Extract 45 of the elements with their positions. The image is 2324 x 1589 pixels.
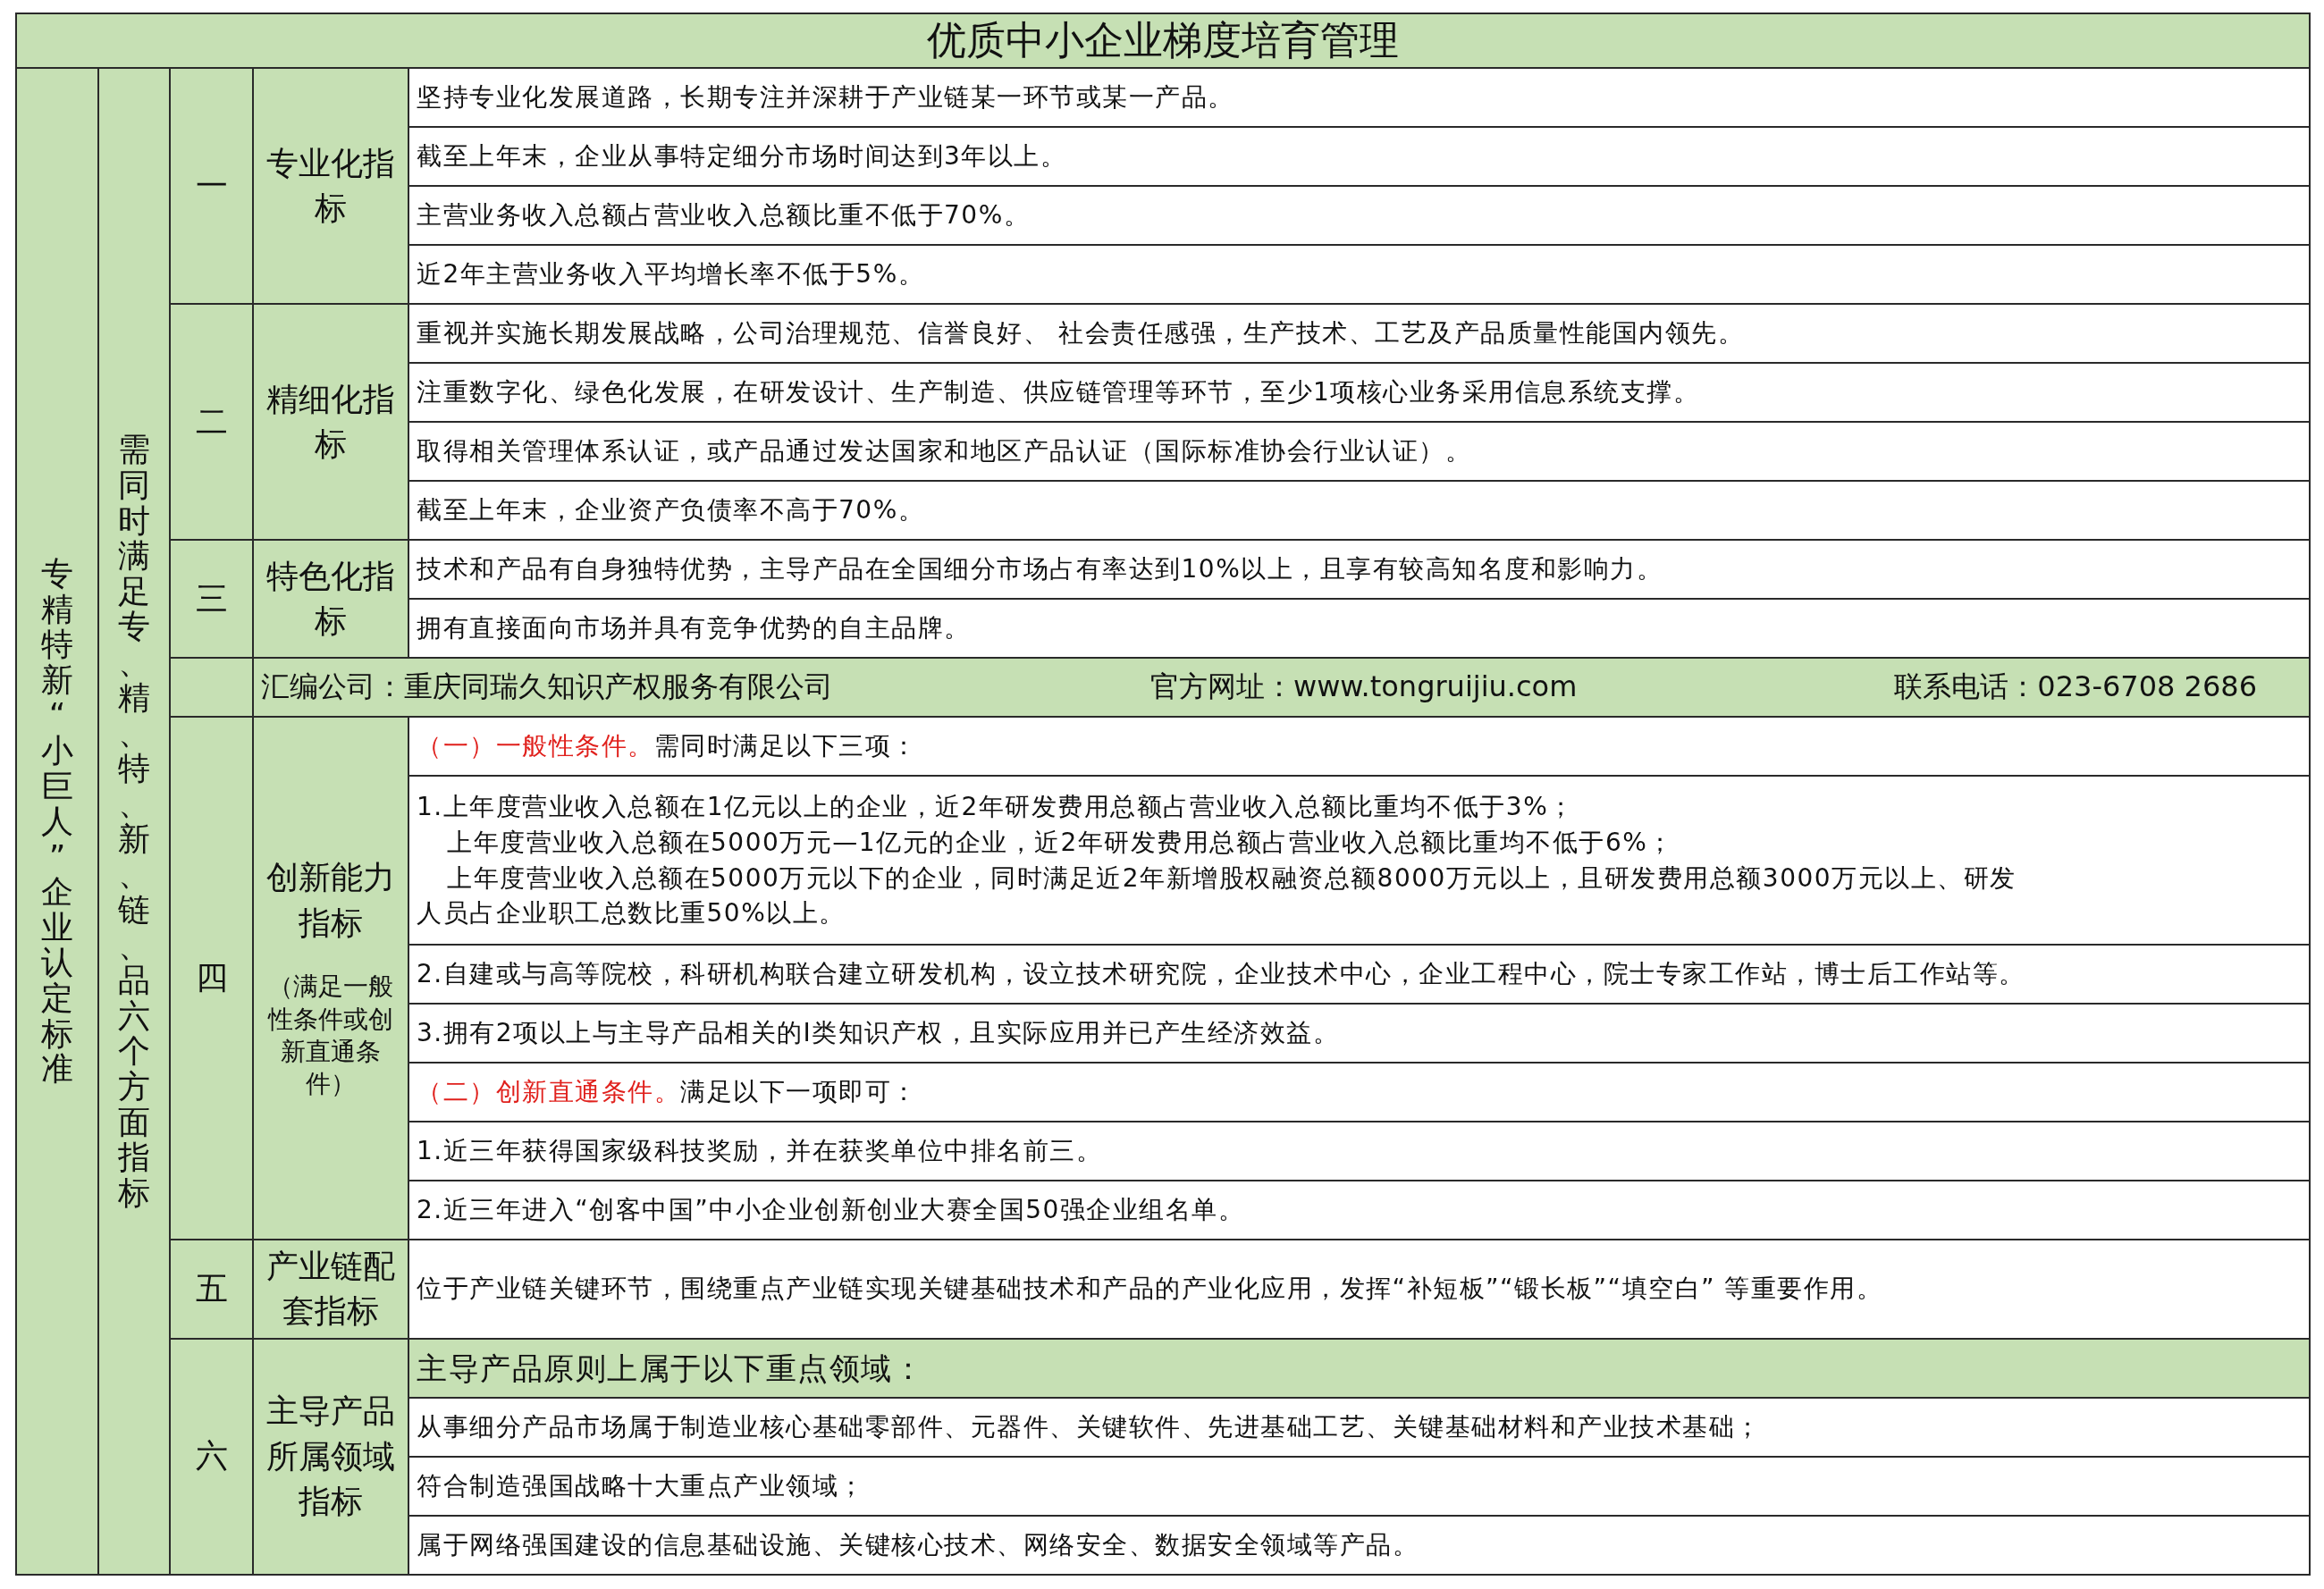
scope-label: 需同时满足专、精、特、新、链、品六个方面指标 xyxy=(118,432,150,1211)
table-cell: 属于网络强国建设的信息基础设施、关键核心技术、网络安全、数据安全领域等产品。 xyxy=(408,1515,2310,1575)
section-name: 创新能力指标 xyxy=(265,858,396,943)
table-cell: 1.近三年获得国家级科技奖励，并在获奖单位中排名前三。 xyxy=(408,1122,2310,1181)
table-cell: 重视并实施长期发展战略，公司治理规范、信誉良好、 社会责任感强，生产技术、工艺及产品质量性能国内领先。 xyxy=(408,304,2310,363)
section-name: 主导产品所属领域指标 xyxy=(265,1391,396,1521)
section-number: 一 xyxy=(170,68,253,304)
table-cell: 截至上年末，企业资产负债率不高于70%。 xyxy=(408,481,2310,540)
table-cell: 3.拥有2项以上与主导产品相关的Ⅰ类知识产权，且实际应用并已产生经济效益。 xyxy=(408,1004,2310,1063)
table-cell: 位于产业链关键环节，围绕重点产业链实现关键基础技术和产品的产业化应用，发挥“补短板”“锻长板”“填空白” 等重要作用。 xyxy=(408,1240,2310,1339)
section-name: 产业链配套指标 xyxy=(265,1247,396,1332)
table-cell: 注重数字化、绿色化发展，在研发设计、生产制造、供应链管理等环节，至少1项核心业务采用信息系统支撑。 xyxy=(408,363,2310,422)
website-text: 官方网址：www.tongruijiu.com xyxy=(1149,668,1578,705)
section-number: 三 xyxy=(170,540,253,658)
phone-text: 联系电话：023-6708 2686 xyxy=(1894,668,2257,705)
table-cell: 2.近三年进入“创客中国”中小企业创新创业大赛全国50强企业组名单。 xyxy=(408,1181,2310,1240)
section-name: 精细化指标 xyxy=(265,379,396,464)
table-cell: 2.自建或与高等院校，科研机构联合建立研发机构，设立技术研究院，企业技术中心，企业工程中心，院士专家工作站，博士后工作站等。 xyxy=(408,945,2310,1004)
text-line: 1.上年度营业收入总额在1亿元以上的企业，近2年研发费用总额占营业收入总额比重均不低于3%； xyxy=(417,791,1576,823)
table-title: 优质中小企业梯度培育管理 xyxy=(16,13,2310,68)
condition-label: （二）创新直通条件。 xyxy=(417,1076,680,1106)
text-line: 人员占企业职工总数比重50%以上。 xyxy=(417,897,846,930)
table-cell: 近2年主营业务收入平均增长率不低于5%。 xyxy=(408,245,2310,304)
section-number: 六 xyxy=(170,1338,253,1575)
table-cell: 技术和产品有自身独特优势，主导产品在全国细分市场占有率达到10%以上，且享有较高知名度和影响力。 xyxy=(408,540,2310,599)
table-cell: 符合制造强国战略十大重点产业领域； xyxy=(408,1456,2310,1516)
table-cell: 主导产品原则上属于以下重点领域： xyxy=(408,1338,2310,1398)
condition-label: （一）一般性条件。 xyxy=(417,730,654,761)
table-cell: 截至上年末，企业从事特定细分市场时间达到3年以上。 xyxy=(408,127,2310,186)
section-name: 特色化指标 xyxy=(265,556,396,641)
text-line: 上年度营业收入总额在5000万元以下的企业，同时满足近2年新增股权融资总额8000万元以上，且研发费用总额3000万元以上、研发 xyxy=(446,862,2017,895)
section-name: 专业化指标 xyxy=(265,143,396,228)
table-cell: 取得相关管理体系认证，或产品通过发达国家和地区产品认证（国际标准协会行业认证）。 xyxy=(408,422,2310,481)
table-cell: 主营业务收入总额占营业收入总额比重不低于70%。 xyxy=(408,186,2310,245)
section-number: 二 xyxy=(170,304,253,540)
text-line: 上年度营业收入总额在5000万元—1亿元的企业，近2年研发费用总额占营业收入总额比重均不低于6%； xyxy=(446,826,1675,859)
company-text: 汇编公司：重庆同瑞久知识产权服务有限公司 xyxy=(261,668,833,705)
section-number: 五 xyxy=(170,1240,253,1339)
section-number: 四 xyxy=(170,717,253,1240)
table-cell: 坚持专业化发展道路，长期专注并深耕于产业链某一环节或某一产品。 xyxy=(408,68,2310,127)
section-note: （满足一般性条件或创新直通条件） xyxy=(266,971,394,1101)
condition-text: 满足以下一项即可： xyxy=(680,1076,918,1106)
table-cell: 从事细分产品市场属于制造业核心基础零部件、元器件、关键软件、先进基础工艺、关键基础材料和产业技术基础； xyxy=(408,1397,2310,1457)
side-label: 专精特新“小巨人”企业认定标准 xyxy=(41,555,73,1087)
condition-text: 需同时满足以下三项： xyxy=(653,730,918,761)
